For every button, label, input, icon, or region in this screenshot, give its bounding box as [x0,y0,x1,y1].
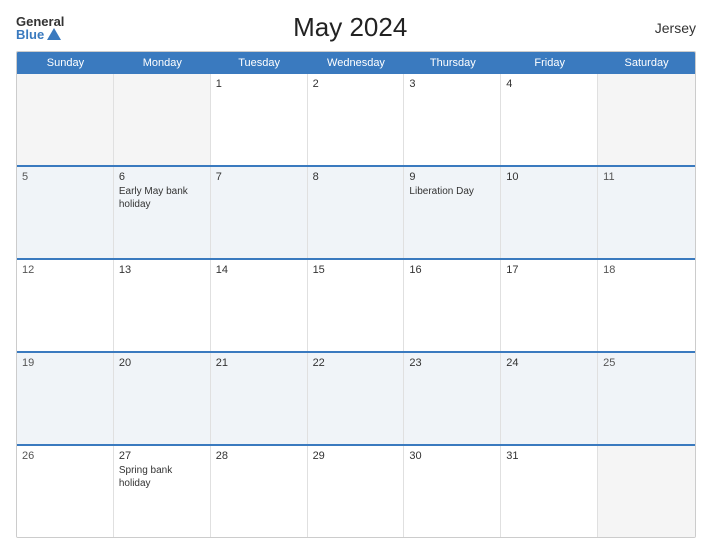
day-cell: 18 [598,260,695,351]
day-cell: 14 [211,260,308,351]
day-number: 24 [506,357,592,369]
week-row-4: 19 20 21 22 23 24 25 [17,351,695,444]
day-number: 1 [216,78,302,90]
day-cell [17,74,114,165]
day-number: 17 [506,264,592,276]
day-cell: 12 [17,260,114,351]
day-header-thursday: Thursday [404,52,501,74]
day-number: 9 [409,171,495,183]
day-cell: 11 [598,167,695,258]
day-cell: 6 Early May bank holiday [114,167,211,258]
day-number: 3 [409,78,495,90]
calendar-weeks: 123456Early May bank holiday789Liberatio… [17,74,695,537]
day-number: 14 [216,264,302,276]
day-number: 27 [119,450,205,462]
day-number: 20 [119,357,205,369]
logo-triangle-icon [47,28,61,40]
day-cell: 20 [114,353,211,444]
day-cell: 27 Spring bank holiday [114,446,211,537]
days-header-row: SundayMondayTuesdayWednesdayThursdayFrid… [17,52,695,74]
week-row-1: 1234 [17,74,695,165]
logo-blue-text: Blue [16,28,64,41]
day-cell: 7 [211,167,308,258]
day-cell: 13 [114,260,211,351]
day-number: 30 [409,450,495,462]
day-number: 19 [22,357,108,369]
calendar-page: General Blue May 2024 Jersey SundayMonda… [0,0,712,550]
day-number: 28 [216,450,302,462]
day-cell: 29 [308,446,405,537]
day-cell: 19 [17,353,114,444]
day-number: 13 [119,264,205,276]
day-number: 8 [313,171,399,183]
day-cell: 10 [501,167,598,258]
day-cell [598,446,695,537]
header: General Blue May 2024 Jersey [16,12,696,43]
location-label: Jersey [636,20,696,36]
day-cell: 25 [598,353,695,444]
day-number: 21 [216,357,302,369]
day-number: 22 [313,357,399,369]
week-row-3: 12 13 14 15 16 17 18 [17,258,695,351]
day-header-friday: Friday [501,52,598,74]
day-header-sunday: Sunday [17,52,114,74]
day-number: 5 [22,171,108,183]
day-header-monday: Monday [114,52,211,74]
day-number: 23 [409,357,495,369]
day-header-saturday: Saturday [598,52,695,74]
day-cell: 17 [501,260,598,351]
day-cell: 16 [404,260,501,351]
week-row-5: 26 27 Spring bank holiday 28 29 30 31 [17,444,695,537]
calendar-title: May 2024 [64,12,636,43]
day-number: 16 [409,264,495,276]
day-cell [114,74,211,165]
day-number: 7 [216,171,302,183]
day-cell: 3 [404,74,501,165]
day-cell: 28 [211,446,308,537]
day-cell: 15 [308,260,405,351]
day-number: 4 [506,78,592,90]
day-number: 2 [313,78,399,90]
day-number: 6 [119,171,205,183]
day-header-tuesday: Tuesday [211,52,308,74]
day-number: 15 [313,264,399,276]
day-cell: 22 [308,353,405,444]
day-cell: 5 [17,167,114,258]
day-number: 26 [22,450,108,462]
day-number: 10 [506,171,592,183]
logo: General Blue [16,15,64,41]
day-number: 31 [506,450,592,462]
day-number: 12 [22,264,108,276]
calendar-grid: SundayMondayTuesdayWednesdayThursdayFrid… [16,51,696,538]
week-row-2: 56 Early May bank holiday 789 Liberation Da… [17,165,695,258]
day-cell: 21 [211,353,308,444]
day-cell: 31 [501,446,598,537]
day-cell: 30 [404,446,501,537]
day-cell: 23 [404,353,501,444]
event-label: Liberation Day [409,186,473,197]
day-number: 29 [313,450,399,462]
day-cell: 24 [501,353,598,444]
day-number: 18 [603,264,690,276]
day-number: 11 [603,171,690,183]
logo-general-text: General [16,15,64,28]
day-cell: 9 Liberation Day [404,167,501,258]
day-header-wednesday: Wednesday [308,52,405,74]
event-label: Early May bank holiday [119,186,188,210]
event-label: Spring bank holiday [119,465,172,489]
day-cell: 2 [308,74,405,165]
day-cell [598,74,695,165]
day-number: 25 [603,357,690,369]
day-cell: 4 [501,74,598,165]
day-cell: 8 [308,167,405,258]
day-cell: 26 [17,446,114,537]
day-cell: 1 [211,74,308,165]
